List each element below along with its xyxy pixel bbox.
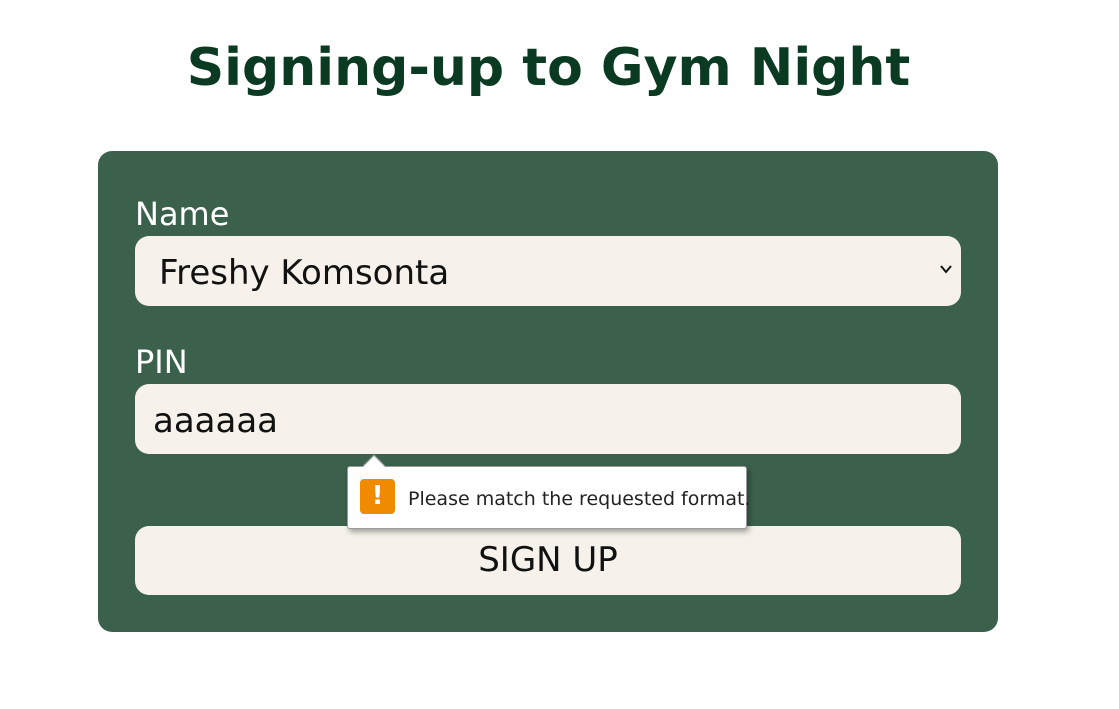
signup-form: Name Freshy Komsonta PIN aaaaaa SIGN UP (98, 151, 998, 632)
validation-tooltip: ! Please match the requested format. (347, 454, 751, 529)
validation-message: Please match the requested format. (408, 488, 751, 510)
name-select-value: Freshy Komsonta (159, 253, 450, 293)
page-title: Signing-up to Gym Night (186, 38, 911, 98)
page: Signing-up to Gym Night Name Freshy Koms… (0, 0, 1119, 709)
name-select[interactable]: Freshy Komsonta (135, 236, 961, 306)
pin-input-value: aaaaaa (153, 401, 279, 441)
sign-up-button[interactable]: SIGN UP (135, 526, 961, 595)
chevron-down-icon (940, 265, 952, 274)
pin-input[interactable]: aaaaaa (135, 384, 961, 454)
name-label: Name (135, 195, 230, 233)
pin-label: PIN (135, 343, 188, 381)
warning-icon: ! (360, 479, 395, 514)
